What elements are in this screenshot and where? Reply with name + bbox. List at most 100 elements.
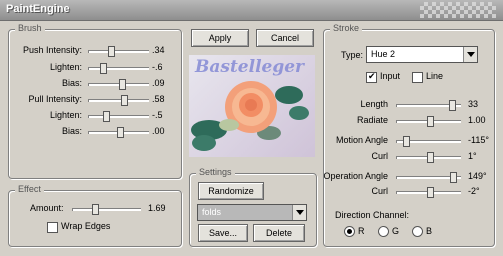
- amount-row: Amount: 1.69: [8, 203, 180, 215]
- stroke-slider-thumb[interactable]: [448, 100, 456, 111]
- brush-slider-row: Bias: .00: [8, 126, 180, 138]
- input-label: Input: [380, 71, 401, 81]
- brush-slider-label: Bias:: [61, 126, 82, 136]
- stroke-slider-row: Motion Angle -115°: [323, 135, 493, 147]
- brush-slider-value: -.5: [152, 110, 163, 120]
- stroke-slider-thumb[interactable]: [426, 152, 434, 163]
- channel-radio-r[interactable]: [344, 226, 355, 237]
- brush-slider-value: .09: [152, 78, 165, 88]
- brush-slider-thumb[interactable]: [119, 79, 127, 90]
- brush-slider-value: -.6: [152, 62, 163, 72]
- brush-slider-label: Lighten:: [49, 110, 82, 120]
- stroke-slider-row: Radiate 1.00: [323, 115, 493, 127]
- stroke-slider-row: Length 33: [323, 99, 493, 111]
- type-select[interactable]: Hue 2: [366, 46, 478, 63]
- stroke-slider-label: Operation Angle: [323, 171, 388, 181]
- brush-slider-value: .58: [152, 94, 165, 104]
- watermark-text: Bastelleger: [195, 57, 305, 77]
- line-label: Line: [426, 71, 444, 81]
- preview-image: Bastelleger: [189, 55, 315, 157]
- type-select-value: Hue 2: [371, 49, 396, 59]
- brush-slider-track[interactable]: [88, 95, 149, 106]
- stroke-legend: Stroke: [330, 23, 363, 33]
- brush-slider-value: .34: [152, 45, 165, 55]
- channel-radio-b[interactable]: [412, 226, 423, 237]
- stroke-slider-value: -115°: [468, 135, 489, 145]
- chevron-down-icon[interactable]: [292, 205, 306, 220]
- amount-slider-track[interactable]: [72, 204, 141, 215]
- randomize-button[interactable]: Randomize: [198, 182, 264, 200]
- check-mark-icon: ✔: [368, 71, 376, 81]
- radio-dot-icon: [347, 229, 352, 234]
- brush-slider-track[interactable]: [88, 46, 149, 57]
- brush-slider-value: .00: [152, 126, 165, 136]
- apply-button[interactable]: Apply: [191, 29, 249, 47]
- brush-slider-thumb[interactable]: [100, 63, 107, 74]
- brush-slider-row: Pull Intensity: .58: [8, 94, 180, 106]
- wrap-edges-checkbox[interactable]: [47, 222, 58, 233]
- stroke-slider-row: Curl -2°: [323, 186, 493, 198]
- amount-label: Amount:: [30, 203, 64, 213]
- settings-legend: Settings: [196, 167, 235, 177]
- brush-slider-track[interactable]: [88, 63, 149, 74]
- brush-slider-row: Push Intensity: .34: [8, 45, 180, 57]
- line-checkbox[interactable]: [412, 72, 423, 83]
- stroke-slider-label: Length: [360, 99, 388, 109]
- brush-slider-label: Lighten:: [49, 62, 82, 72]
- stroke-slider-label: Motion Angle: [335, 135, 388, 145]
- brush-slider-row: Lighten: -.6: [8, 62, 180, 74]
- stroke-slider-track[interactable]: [396, 100, 461, 111]
- stroke-slider-value: -2°: [468, 186, 480, 196]
- preset-select[interactable]: folds: [197, 204, 307, 221]
- stroke-slider-value: 149°: [468, 171, 487, 181]
- channel-label: R: [358, 226, 365, 236]
- stroke-slider-label: Curl: [371, 151, 388, 161]
- brush-slider-thumb[interactable]: [116, 127, 124, 138]
- stroke-slider-track[interactable]: [396, 116, 461, 127]
- brush-slider-thumb[interactable]: [102, 111, 110, 122]
- brush-slider-track[interactable]: [88, 111, 149, 122]
- channel-label: G: [392, 226, 400, 236]
- amount-slider-thumb[interactable]: [91, 204, 99, 215]
- stroke-slider-thumb[interactable]: [426, 116, 434, 127]
- stroke-slider-value: 1°: [468, 151, 477, 161]
- stroke-slider-thumb[interactable]: [426, 187, 434, 198]
- channel-radio-g[interactable]: [378, 226, 389, 237]
- brush-slider-row: Lighten: -.5: [8, 110, 180, 122]
- brush-slider-thumb[interactable]: [107, 46, 115, 57]
- stroke-slider-track[interactable]: [396, 172, 461, 183]
- save-button[interactable]: Save...: [198, 224, 248, 242]
- brush-slider-track[interactable]: [88, 127, 149, 138]
- input-checkbox[interactable]: ✔: [366, 71, 377, 83]
- amount-value: 1.69: [148, 203, 166, 213]
- window-title: PaintEngine: [6, 3, 70, 15]
- stroke-slider-track[interactable]: [396, 136, 461, 147]
- brush-slider-row: Bias: .09: [8, 78, 180, 90]
- stroke-slider-row: Curl 1°: [323, 151, 493, 163]
- stroke-slider-track[interactable]: [396, 152, 461, 163]
- brush-slider-label: Pull Intensity:: [28, 94, 82, 104]
- direction-channel-label: Direction Channel:: [335, 210, 410, 220]
- delete-button[interactable]: Delete: [253, 224, 305, 242]
- effect-panel: Effect: [8, 184, 182, 247]
- channel-label: B: [426, 226, 433, 236]
- stroke-slider-thumb[interactable]: [402, 136, 410, 147]
- cancel-button[interactable]: Cancel: [256, 29, 314, 47]
- wrap-edges-label: Wrap Edges: [61, 221, 111, 231]
- brush-slider-label: Bias:: [61, 78, 82, 88]
- brush-slider-track[interactable]: [88, 79, 149, 90]
- brush-legend: Brush: [15, 23, 45, 33]
- stroke-slider-row: Operation Angle 149°: [323, 171, 493, 183]
- effect-legend: Effect: [15, 184, 44, 194]
- stroke-slider-thumb[interactable]: [450, 172, 458, 183]
- stroke-slider-track[interactable]: [396, 187, 461, 198]
- title-bar[interactable]: PaintEngine: [0, 0, 503, 21]
- type-label: Type:: [341, 50, 364, 60]
- stroke-slider-label: Curl: [371, 186, 388, 196]
- stroke-slider-value: 1.00: [468, 115, 486, 125]
- chevron-down-icon[interactable]: [463, 47, 477, 62]
- stroke-slider-label: Radiate: [356, 115, 388, 125]
- brush-slider-label: Push Intensity:: [22, 45, 82, 55]
- brush-slider-thumb[interactable]: [120, 95, 128, 106]
- stroke-slider-value: 33: [468, 99, 479, 109]
